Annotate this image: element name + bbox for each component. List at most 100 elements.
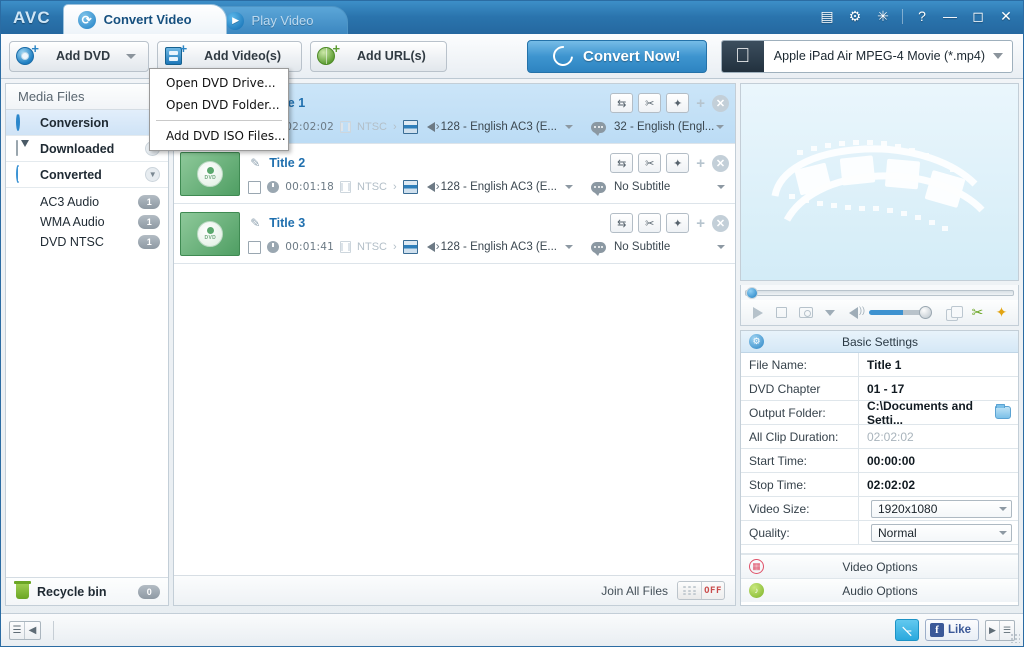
convert-row-icon[interactable]: ⇆: [610, 153, 634, 173]
audio-track[interactable]: 128 - English AC3 (E...: [441, 241, 557, 253]
rename-pencil-icon[interactable]: ✎: [248, 216, 262, 230]
effect-wand-icon[interactable]: ✦: [666, 93, 690, 113]
stop-button[interactable]: [773, 305, 790, 321]
add-urls-button[interactable]: + Add URL(s): [310, 40, 447, 72]
remove-row-icon[interactable]: ✕: [712, 214, 729, 232]
volume-speaker-icon[interactable]: [845, 305, 865, 321]
video-stream-icon[interactable]: [402, 180, 418, 194]
add-dvd-button[interactable]: + Add DVD: [9, 40, 150, 72]
quality-select[interactable]: Normal: [871, 523, 1012, 542]
audio-track-caret-icon[interactable]: [565, 185, 573, 189]
convert-now-button[interactable]: Convert Now!: [526, 39, 707, 73]
twitter-icon[interactable]: 𝈾: [894, 619, 919, 641]
effects-wand-button[interactable]: ✦: [993, 304, 1010, 321]
row-checkbox[interactable]: [248, 240, 262, 254]
list-view-icon[interactable]: ▤: [818, 7, 836, 25]
resize-grip[interactable]: [1010, 633, 1020, 643]
menu-item-open-dvd-folder[interactable]: Open DVD Folder...: [150, 94, 288, 116]
subtitle-track[interactable]: No Subtitle: [614, 241, 670, 253]
seek-handle[interactable]: [746, 286, 758, 299]
subtitle-caret-icon[interactable]: [717, 245, 725, 249]
snapshot-camera-button[interactable]: [797, 305, 814, 321]
download-icon: [16, 139, 32, 157]
video-options-section[interactable]: ▦ Video Options: [741, 554, 1018, 578]
close-button[interactable]: ✕: [997, 7, 1015, 25]
add-row-icon[interactable]: +: [694, 155, 707, 172]
join-all-files-toggle[interactable]: OFF: [677, 581, 725, 600]
row-checkbox[interactable]: [248, 180, 262, 194]
start-time-field[interactable]: 00:00:00: [859, 449, 1018, 472]
volume-slider[interactable]: [869, 306, 932, 319]
sidebar-item-ac3-audio[interactable]: AC3 Audio 1: [6, 192, 168, 212]
add-dvd-caret-icon[interactable]: [126, 53, 137, 59]
sidebar-item-wma-audio[interactable]: WMA Audio 1: [6, 212, 168, 232]
remove-row-icon[interactable]: ✕: [712, 154, 729, 172]
video-size-select[interactable]: 1920x1080: [871, 499, 1012, 518]
seek-bar[interactable]: [740, 285, 1019, 300]
audio-track-caret-icon[interactable]: [565, 125, 573, 129]
cut-row-icon[interactable]: ✂: [638, 93, 662, 113]
video-options-label: Video Options: [842, 559, 918, 574]
audio-track[interactable]: 128 - English AC3 (E...: [441, 181, 557, 193]
dvd-chapter-field[interactable]: 01 - 17: [859, 377, 1018, 400]
sidebar-item-converted[interactable]: Converted ▼: [6, 162, 169, 188]
tab-convert-video[interactable]: ⟳ Convert Video: [62, 4, 227, 34]
audio-track-caret-icon[interactable]: [565, 245, 573, 249]
sidebar-item-conversion[interactable]: Conversion: [6, 110, 169, 136]
file-title[interactable]: Title 2: [269, 156, 305, 170]
settings-gear-icon[interactable]: ⚙: [846, 7, 864, 25]
chevron-down-icon[interactable]: ▼: [145, 167, 161, 182]
add-row-icon[interactable]: +: [694, 215, 707, 232]
file-name-field[interactable]: Title 1: [859, 353, 1018, 376]
cut-row-icon[interactable]: ✂: [638, 213, 662, 233]
menu-item-open-dvd-drive[interactable]: Open DVD Drive...: [150, 72, 288, 94]
audio-track[interactable]: 128 - English AC3 (E...: [441, 121, 557, 133]
video-stream-icon[interactable]: [402, 120, 418, 134]
add-row-icon[interactable]: +: [694, 95, 707, 112]
subtitle-track[interactable]: 32 - English (Engl...: [614, 121, 714, 133]
output-profile-selector[interactable]:  Apple iPad Air MPEG-4 Movie (*.mp4): [720, 39, 1013, 73]
sidebar-item-dvd-ntsc[interactable]: DVD NTSC 1: [6, 232, 168, 252]
subtitle-track[interactable]: No Subtitle: [614, 181, 670, 193]
effect-wand-icon[interactable]: ✦: [666, 213, 690, 233]
convert-row-icon[interactable]: ⇆: [610, 93, 634, 113]
seek-track[interactable]: [745, 286, 1014, 299]
chevron-down-icon[interactable]: [999, 530, 1007, 535]
volume-handle[interactable]: [919, 306, 932, 319]
chevron-down-icon[interactable]: [999, 506, 1007, 511]
video-preview[interactable]: [740, 83, 1019, 281]
basic-settings-header[interactable]: ⚙ Basic Settings: [741, 331, 1018, 353]
maximize-button[interactable]: ◻: [969, 7, 987, 25]
sidebar-toggle-button[interactable]: ☰ ◀: [9, 620, 41, 640]
facebook-like-button[interactable]: f Like: [924, 619, 979, 641]
effect-wand-icon[interactable]: ✦: [666, 153, 690, 173]
add-videos-button[interactable]: + Add Video(s): [157, 40, 303, 72]
stop-time-field[interactable]: 02:02:02: [859, 473, 1018, 496]
subtitle-caret-icon[interactable]: [716, 125, 725, 129]
recycle-bin[interactable]: Recycle bin 0: [6, 577, 169, 605]
video-stream-icon[interactable]: [402, 240, 418, 254]
folder-browse-icon[interactable]: [995, 404, 1011, 419]
menu-item-add-dvd-iso-files[interactable]: Add DVD ISO Files...: [150, 125, 288, 147]
snapshot-menu-caret-icon[interactable]: [821, 305, 838, 321]
setting-row-start-time: Start Time: 00:00:00: [741, 449, 1018, 473]
window-stack-button[interactable]: [945, 305, 963, 321]
play-button[interactable]: [749, 305, 766, 321]
subtitle-caret-icon[interactable]: [717, 185, 725, 189]
tab-play-video[interactable]: ▶ Play Video: [210, 6, 349, 34]
minimize-button[interactable]: —: [941, 7, 959, 25]
file-title[interactable]: Title 3: [269, 216, 305, 230]
search-key-icon[interactable]: ✳: [874, 7, 892, 25]
audio-options-section[interactable]: ♪ Audio Options: [741, 578, 1018, 602]
rename-pencil-icon[interactable]: ✎: [248, 156, 262, 170]
remove-row-icon[interactable]: ✕: [712, 94, 729, 112]
table-row[interactable]: DVD ✎ Title 3 ⇆ ✂ ✦ + ✕ 00:01:41 NTSC › …: [174, 204, 735, 264]
convert-row-icon[interactable]: ⇆: [610, 213, 634, 233]
output-folder-field[interactable]: C:\Documents and Setti...: [859, 399, 1018, 427]
cut-row-icon[interactable]: ✂: [638, 153, 662, 173]
trim-scissors-button[interactable]: ✂: [969, 304, 986, 321]
chevron-down-icon[interactable]: [993, 53, 1003, 59]
table-row[interactable]: DVD ✎ Title 2 ⇆ ✂ ✦ + ✕ 00:01:18 NTSC › …: [174, 144, 735, 204]
help-icon[interactable]: ?: [913, 7, 931, 25]
sidebar-item-downloaded[interactable]: Downloaded ▼: [6, 136, 169, 162]
